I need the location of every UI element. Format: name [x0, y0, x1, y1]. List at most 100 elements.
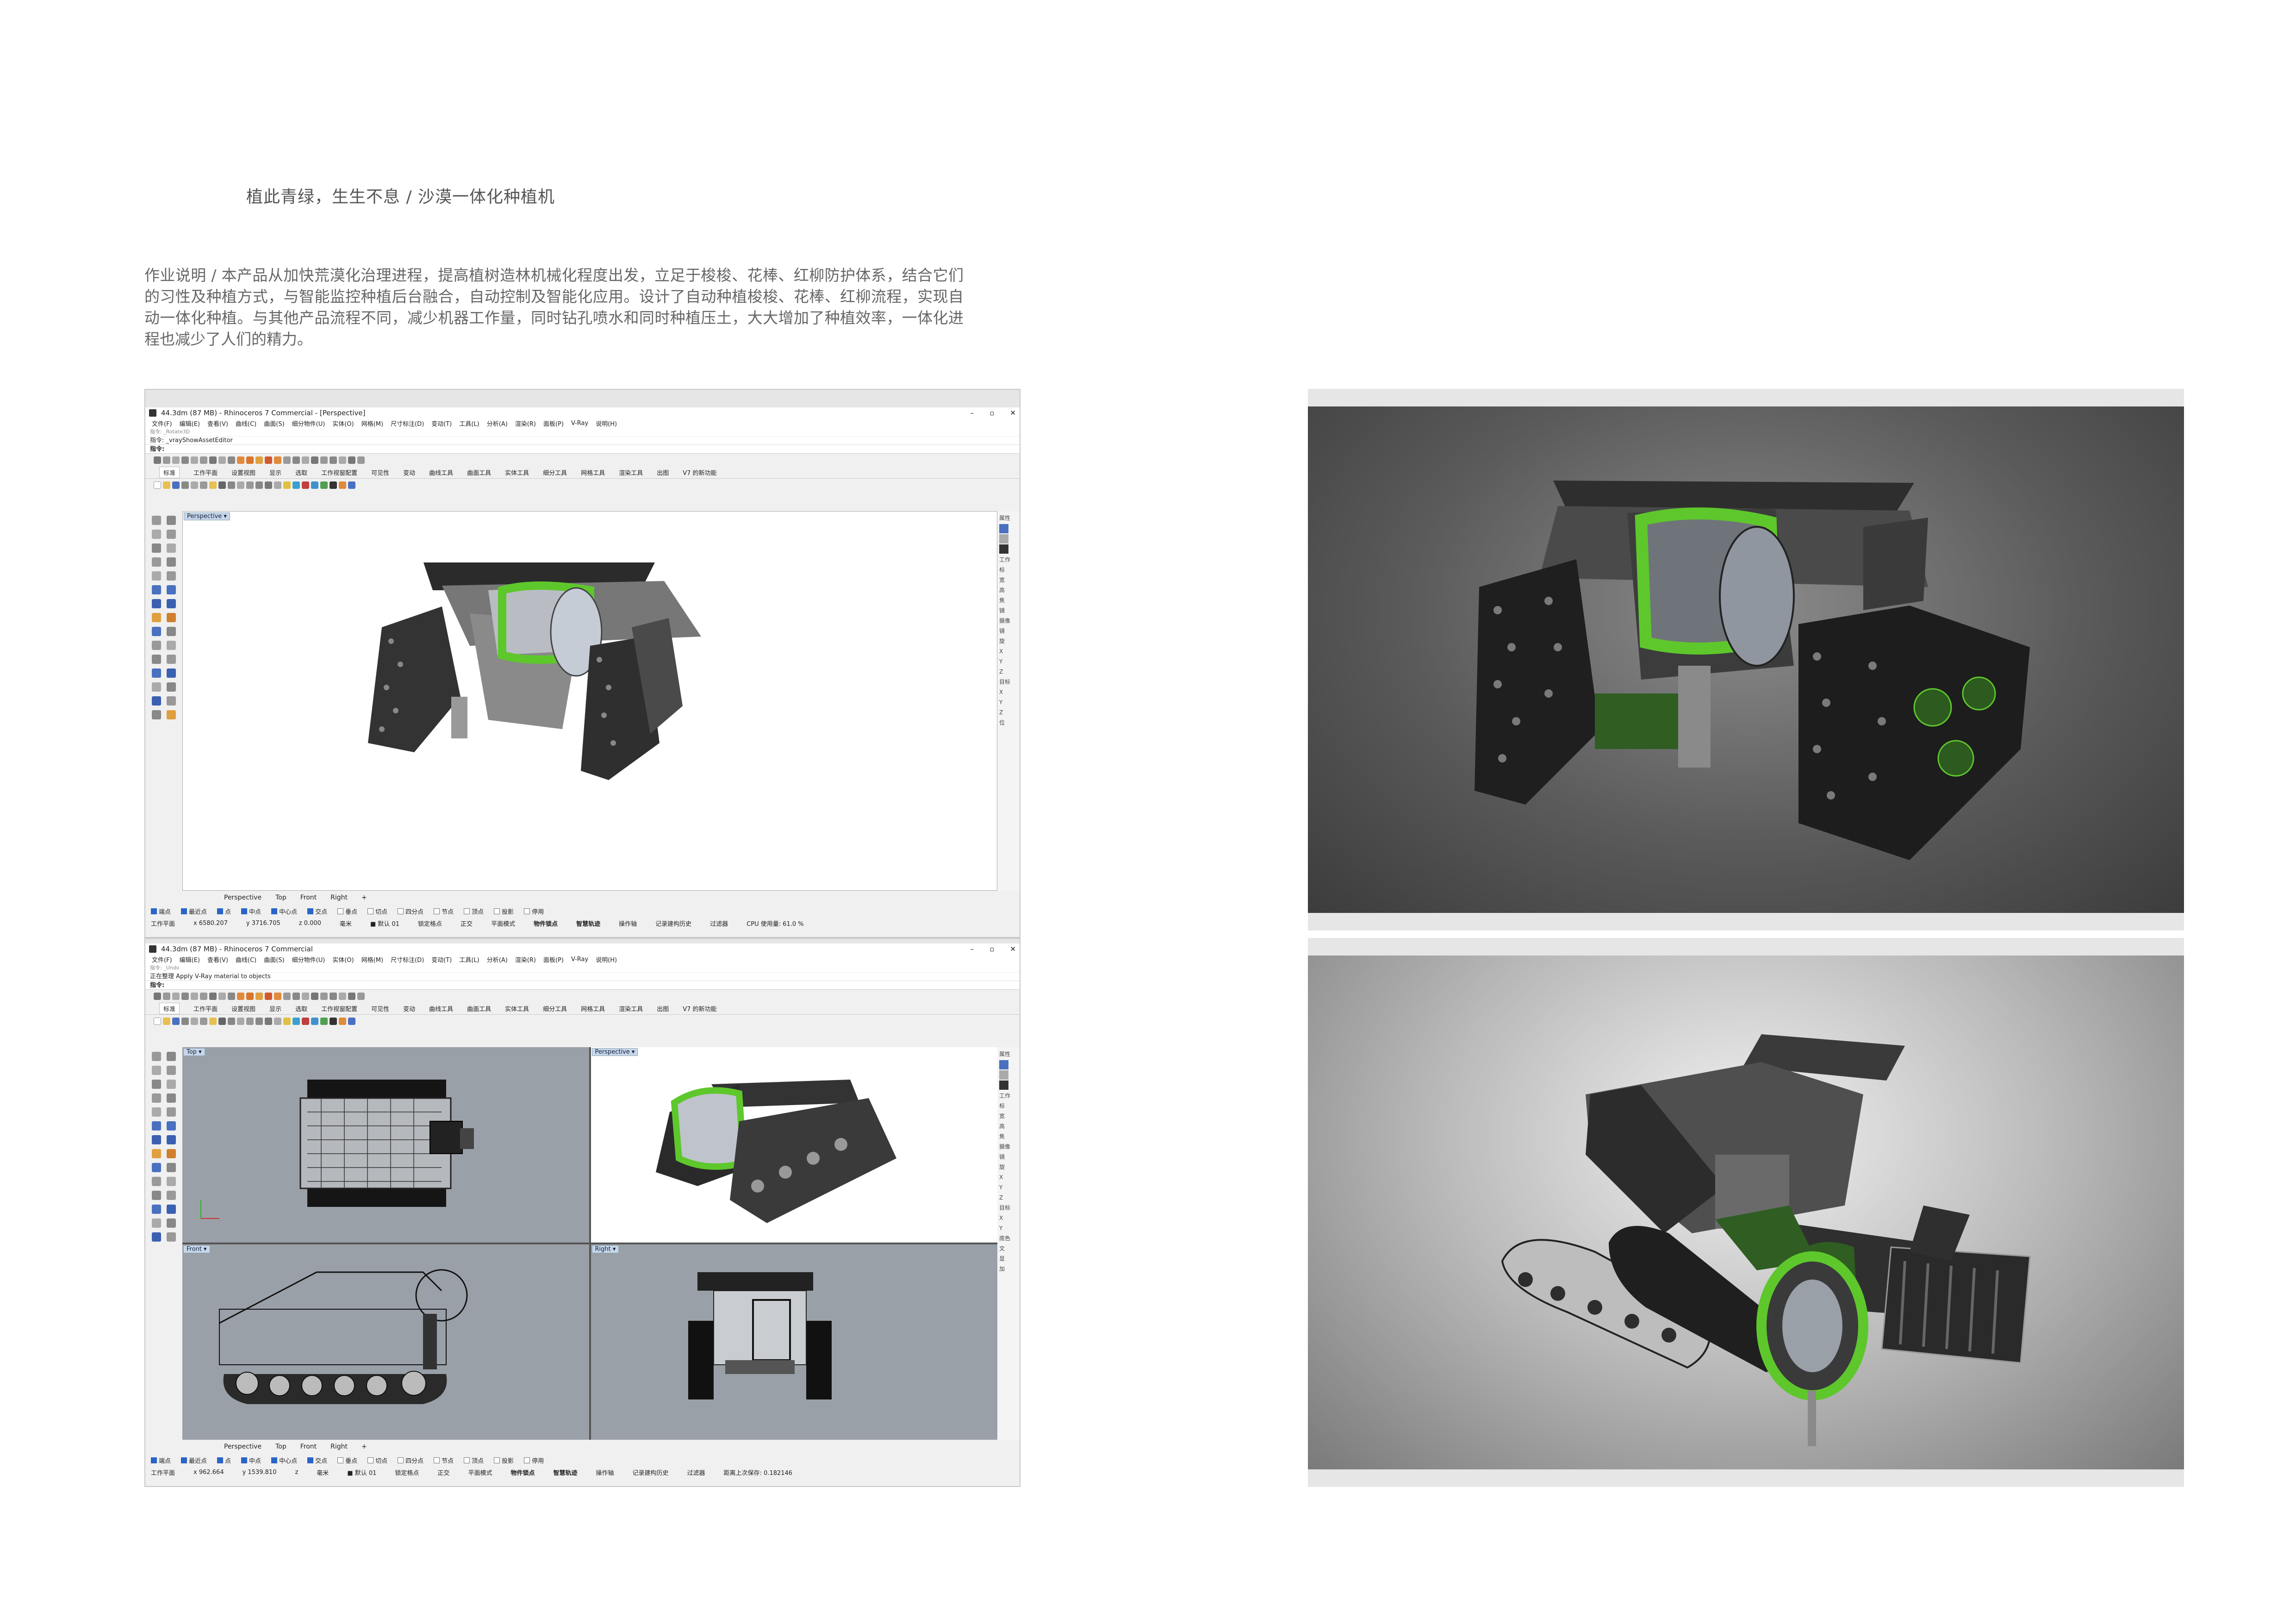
- tab-surface-tools[interactable]: 曲面工具: [467, 468, 491, 477]
- osnap-mid[interactable]: 中点: [241, 1456, 261, 1465]
- status-filter[interactable]: 过滤器: [687, 1468, 705, 1477]
- status-planar[interactable]: 平面模式: [491, 919, 515, 928]
- layer-icon[interactable]: [292, 1018, 300, 1025]
- arc-icon[interactable]: [167, 1080, 176, 1089]
- viewport-label-perspective[interactable]: Perspective ▾: [591, 1048, 638, 1056]
- layer-icon[interactable]: [292, 481, 300, 489]
- vray-render-icon[interactable]: [339, 481, 346, 489]
- menu-transform[interactable]: 变动(T): [431, 955, 452, 964]
- save-file-icon[interactable]: [172, 1018, 180, 1025]
- tab-drafting[interactable]: 出图: [657, 468, 669, 477]
- osnap-point[interactable]: 点: [217, 907, 231, 916]
- menu-surface[interactable]: 曲面(S): [264, 955, 284, 964]
- menu-panels[interactable]: 面板(P): [543, 955, 564, 964]
- cplane-icon[interactable]: [274, 1018, 281, 1025]
- split-tool-icon[interactable]: [167, 641, 176, 650]
- menu-tools[interactable]: 工具(L): [459, 419, 479, 428]
- osnap-tan[interactable]: 切点: [367, 907, 387, 916]
- osnap-intersection[interactable]: 交点: [307, 907, 327, 916]
- status-ortho[interactable]: 正交: [437, 1468, 449, 1477]
- tab-transform[interactable]: 变动: [403, 468, 415, 477]
- status-planar[interactable]: 平面模式: [468, 1468, 492, 1477]
- tab-display[interactable]: 显示: [269, 468, 281, 477]
- perspective-viewport[interactable]: Perspective ▾: [591, 1047, 997, 1243]
- tab-new-in-v7[interactable]: V7 的新功能: [683, 468, 716, 477]
- menu-curve[interactable]: 曲线(C): [236, 955, 256, 964]
- tab-solid-tools[interactable]: 实体工具: [505, 468, 529, 477]
- fillet-tool-icon[interactable]: [167, 1163, 176, 1172]
- cylinder-icon[interactable]: [167, 599, 176, 608]
- trim-icon[interactable]: [200, 993, 207, 1000]
- boolean-icon[interactable]: [283, 456, 291, 464]
- menu-analyze[interactable]: 分析(A): [487, 955, 508, 964]
- render-icon[interactable]: [311, 481, 318, 489]
- tab-standard[interactable]: 标准: [159, 467, 180, 478]
- patch-icon[interactable]: [348, 993, 355, 1000]
- boolean-icon[interactable]: [283, 993, 291, 1000]
- osnap-project[interactable]: 投影: [494, 1456, 514, 1465]
- arc-icon[interactable]: [167, 543, 176, 553]
- menu-tools[interactable]: 工具(L): [459, 955, 479, 964]
- status-filter[interactable]: 过滤器: [710, 919, 728, 928]
- text-icon[interactable]: [167, 1107, 176, 1117]
- undo-icon[interactable]: [218, 481, 226, 489]
- zoom-icon[interactable]: [246, 481, 254, 489]
- four-viewports-icon[interactable]: [265, 1018, 272, 1025]
- rotate-icon[interactable]: [181, 993, 189, 1000]
- cplane-icon[interactable]: [274, 481, 281, 489]
- extrude-icon[interactable]: [311, 993, 318, 1000]
- curve-icon[interactable]: [191, 993, 198, 1000]
- tab-surface-tools[interactable]: 曲面工具: [467, 1004, 491, 1013]
- tab-curve-tools[interactable]: 曲线工具: [429, 468, 453, 477]
- paste-icon[interactable]: [209, 1018, 217, 1025]
- menu-render[interactable]: 渲染(R): [515, 419, 536, 428]
- viewport-tab-right[interactable]: Right: [330, 1443, 348, 1450]
- save-file-icon[interactable]: [172, 481, 180, 489]
- osnap-tan[interactable]: 切点: [367, 1456, 387, 1465]
- rotate-tool-icon[interactable]: [152, 682, 161, 692]
- array-tool-icon[interactable]: [152, 1232, 161, 1242]
- patch-icon[interactable]: [348, 456, 355, 464]
- cylinder-icon[interactable]: [167, 1135, 176, 1144]
- dimension-icon[interactable]: [167, 696, 176, 706]
- status-smarttrack[interactable]: 智慧轨迹: [576, 919, 600, 928]
- viewport-label[interactable]: Perspective ▾: [184, 512, 230, 520]
- circle-icon[interactable]: [152, 1080, 161, 1089]
- analyze-icon[interactable]: [357, 993, 365, 1000]
- mirror-icon[interactable]: [265, 456, 272, 464]
- curve-icon[interactable]: [191, 456, 198, 464]
- tab-mesh-tools[interactable]: 网格工具: [581, 1004, 605, 1013]
- viewport-tab-perspective[interactable]: Perspective: [224, 1443, 261, 1450]
- status-gumball[interactable]: 操作轴: [596, 1468, 614, 1477]
- zoom-extents-icon[interactable]: [255, 1018, 263, 1025]
- extrude-tool-icon[interactable]: [152, 1163, 161, 1172]
- close-button[interactable]: ✕: [1010, 945, 1016, 953]
- light-icon[interactable]: [283, 481, 291, 489]
- open-file-icon[interactable]: [163, 1018, 170, 1025]
- object-properties-icon[interactable]: [999, 524, 1008, 533]
- menu-mesh[interactable]: 网格(M): [361, 955, 383, 964]
- viewport-tab-perspective[interactable]: Perspective: [224, 894, 261, 901]
- tab-subd-tools[interactable]: 细分工具: [543, 468, 567, 477]
- tab-transform[interactable]: 变动: [403, 1004, 415, 1013]
- osnap-quad[interactable]: 四分点: [398, 1456, 423, 1465]
- vray-render-icon[interactable]: [339, 1018, 346, 1025]
- menu-help[interactable]: 说明(H): [596, 955, 617, 964]
- point-icon[interactable]: [152, 516, 161, 525]
- menu-transform[interactable]: 变动(T): [431, 419, 452, 428]
- sphere-icon[interactable]: [152, 1135, 161, 1144]
- rotate-icon[interactable]: [181, 456, 189, 464]
- tab-select[interactable]: 选取: [295, 1004, 307, 1013]
- menu-view[interactable]: 查看(V): [207, 955, 228, 964]
- viewport-tab-add[interactable]: +: [361, 1443, 367, 1450]
- menu-file[interactable]: 文件(F): [152, 955, 172, 964]
- scale-tool-icon[interactable]: [167, 682, 176, 692]
- tab-curve-tools[interactable]: 曲线工具: [429, 1004, 453, 1013]
- loft-icon[interactable]: [320, 456, 328, 464]
- split-icon[interactable]: [209, 456, 217, 464]
- window-select-icon[interactable]: [172, 993, 180, 1000]
- print-icon[interactable]: [181, 481, 189, 489]
- tab-cplanes[interactable]: 工作平面: [193, 468, 218, 477]
- minimize-button[interactable]: –: [971, 409, 974, 417]
- move-icon[interactable]: [237, 456, 244, 464]
